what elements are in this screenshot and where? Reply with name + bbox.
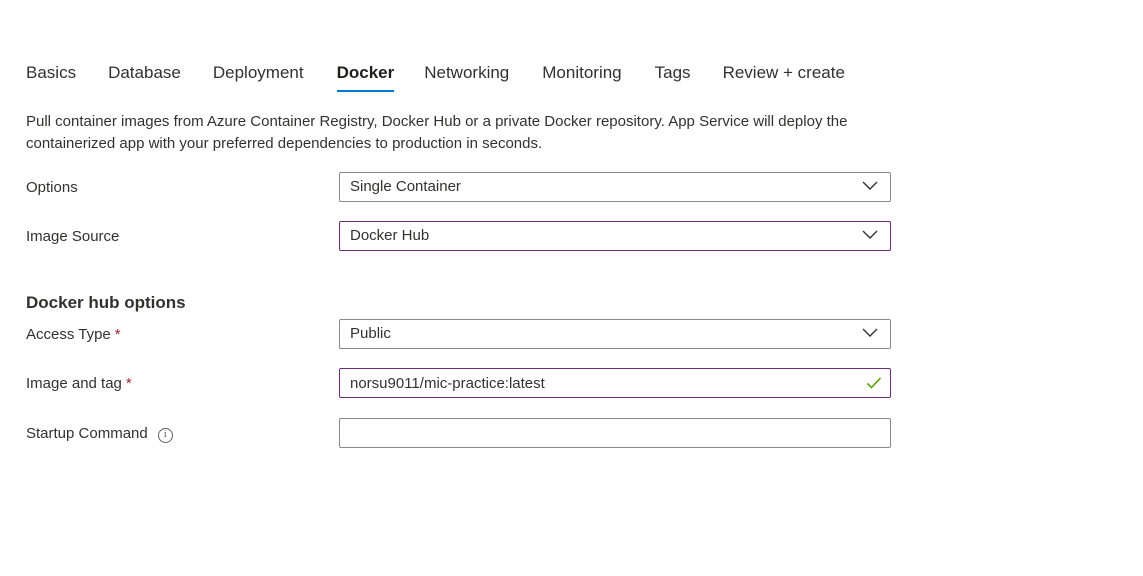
startup-command-input-box (339, 418, 891, 448)
chevron-down-icon (862, 328, 878, 337)
startup-command-label: Startup Command i (26, 418, 173, 449)
image-source-selected-value: Docker Hub (350, 227, 430, 244)
access-type-dropdown[interactable]: Public (339, 319, 891, 349)
tab-deployment[interactable]: Deployment (213, 58, 304, 94)
tab-docker[interactable]: Docker (336, 58, 394, 94)
tab-tags[interactable]: Tags (655, 58, 691, 94)
options-label: Options (26, 179, 78, 196)
access-type-label: Access Type * (26, 319, 121, 350)
access-type-row: Access Type * Public (26, 319, 892, 350)
image-and-tag-label: Image and tag * (26, 368, 132, 399)
tab-networking[interactable]: Networking (424, 58, 509, 94)
image-source-label: Image Source (26, 228, 120, 245)
image-and-tag-row: Image and tag * (26, 368, 892, 399)
startup-command-row: Startup Command i (26, 418, 892, 449)
options-selected-value: Single Container (350, 178, 461, 195)
chevron-down-icon (862, 181, 878, 190)
access-type-selected-value: Public (350, 325, 391, 342)
image-source-row: Image Source Docker Hub (26, 221, 892, 252)
access-type-label-text: Access Type (26, 326, 111, 343)
tab-review-create[interactable]: Review + create (723, 58, 845, 94)
required-mark: * (114, 326, 121, 343)
checkmark-icon (866, 377, 882, 389)
startup-command-label-text: Startup Command (26, 425, 148, 442)
image-and-tag-input-box (339, 368, 891, 398)
image-and-tag-label-text: Image and tag (26, 375, 122, 392)
chevron-down-icon (862, 230, 878, 239)
image-source-dropdown[interactable]: Docker Hub (339, 221, 891, 251)
docker-hub-options-heading: Docker hub options (26, 293, 186, 312)
startup-command-input[interactable] (340, 419, 890, 447)
tab-database[interactable]: Database (108, 58, 181, 94)
image-and-tag-input[interactable] (340, 369, 890, 397)
options-dropdown[interactable]: Single Container (339, 172, 891, 202)
tab-basics[interactable]: Basics (26, 58, 76, 94)
tab-monitoring[interactable]: Monitoring (542, 58, 621, 94)
options-row: Options Single Container (26, 172, 892, 203)
info-icon[interactable]: i (157, 428, 173, 443)
wizard-tabs: Basics Database Deployment Docker Networ… (26, 58, 845, 96)
required-mark: * (125, 375, 132, 392)
page-description: Pull container images from Azure Contain… (26, 113, 848, 152)
